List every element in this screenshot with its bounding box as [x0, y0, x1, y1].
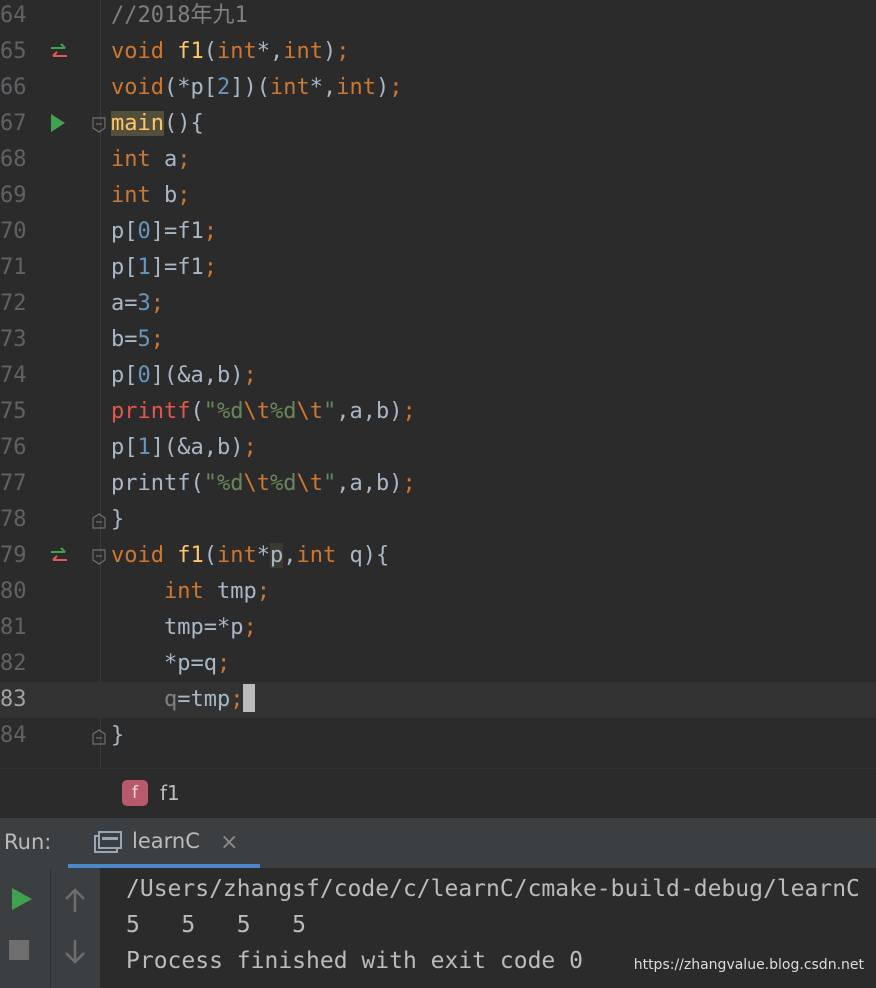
toolbar-divider: [50, 868, 51, 988]
line-number: 74: [0, 363, 27, 388]
code-line-71[interactable]: 71 p[1]=f1;: [0, 250, 876, 286]
implements-arrows-icon[interactable]: [48, 42, 70, 62]
code-text: a=3;: [111, 291, 164, 316]
line-number: 84: [0, 723, 27, 748]
line-number: 70: [0, 219, 27, 244]
fold-icon[interactable]: [91, 116, 107, 134]
fold-icon[interactable]: [91, 548, 107, 566]
fold-end-icon[interactable]: [91, 728, 107, 746]
code-text: }: [111, 723, 125, 748]
code-line-78[interactable]: 78 }: [0, 502, 876, 538]
line-number: 65: [0, 39, 27, 64]
code-text: printf("%d\t%d\t",a,b);: [111, 399, 416, 424]
function-badge-icon: f: [122, 780, 148, 806]
line-number: 69: [0, 183, 27, 208]
watermark: https://zhangvalue.blog.csdn.net: [633, 957, 864, 973]
line-number: 80: [0, 579, 27, 604]
code-text: b=5;: [111, 327, 164, 352]
code-line-81[interactable]: 81 tmp=*p;: [0, 610, 876, 646]
scroll-down-icon[interactable]: [60, 936, 90, 966]
code-line-72[interactable]: 72 a=3;: [0, 286, 876, 322]
line-number: 83: [0, 687, 27, 712]
code-text: void f1(int*p,int q){: [111, 543, 390, 568]
run-icon[interactable]: [6, 884, 36, 914]
text-caret: [243, 684, 256, 712]
code-line-73[interactable]: 73 b=5;: [0, 322, 876, 358]
line-number: 67: [0, 111, 27, 136]
stop-icon[interactable]: [4, 934, 34, 964]
code-text: void f1(int*,int);: [111, 39, 350, 64]
line-number: 71: [0, 255, 27, 280]
code-line-68[interactable]: 68 int a;: [0, 142, 876, 178]
comment: //2018年九1: [111, 3, 248, 28]
line-number: 64: [0, 3, 27, 28]
code-text: p[0]=f1;: [111, 219, 217, 244]
run-gutter-icon[interactable]: [48, 113, 70, 133]
line-number: 78: [0, 507, 27, 532]
code-line-76[interactable]: 76 p[1](&a,b);: [0, 430, 876, 466]
code-line-77[interactable]: 77 printf("%d\t%d\t",a,b);: [0, 466, 876, 502]
line-number: 73: [0, 327, 27, 352]
code-text: p[0](&a,b);: [111, 363, 257, 388]
code-line-70[interactable]: 70 p[0]=f1;: [0, 214, 876, 250]
code-line-64[interactable]: 64 //2018年九1: [0, 0, 876, 34]
code-line-65[interactable]: 65 void f1(int*,int);: [0, 34, 876, 70]
code-text: int a;: [111, 147, 191, 172]
line-number: 79: [0, 543, 27, 568]
code-editor[interactable]: 64 //2018年九1 65 void f1(int*,int); 66 vo…: [0, 0, 876, 768]
code-line-67[interactable]: 67 main(){: [0, 106, 876, 142]
code-text: //2018年九1: [111, 0, 248, 34]
code-line-84[interactable]: 84 }: [0, 718, 876, 754]
line-number: 81: [0, 615, 27, 640]
console-icon: [94, 831, 122, 853]
code-line-79[interactable]: 79 void f1(int*p,int q){: [0, 538, 876, 574]
line-number: 76: [0, 435, 27, 460]
breadcrumb-item-f1[interactable]: f1: [160, 780, 180, 806]
code-line-69[interactable]: 69 int b;: [0, 178, 876, 214]
console-line: /Users/zhangsf/code/c/learnC/cmake-build…: [126, 876, 860, 902]
code-line-80[interactable]: 80 int tmp;: [0, 574, 876, 610]
code-text: void(*p[2])(int*,int);: [111, 75, 403, 100]
code-text: *p=q;: [111, 651, 231, 676]
run-label: Run:: [4, 830, 52, 854]
code-line-74[interactable]: 74 p[0](&a,b);: [0, 358, 876, 394]
fold-end-icon[interactable]: [91, 512, 107, 530]
code-text: p[1](&a,b);: [111, 435, 257, 460]
line-number: 75: [0, 399, 27, 424]
code-text: int b;: [111, 183, 191, 208]
code-line-75[interactable]: 75 printf("%d\t%d\t",a,b);: [0, 394, 876, 430]
scroll-up-icon[interactable]: [60, 886, 90, 916]
implements-arrows-icon[interactable]: [48, 546, 70, 566]
code-text: main(){: [111, 111, 204, 136]
code-line-66[interactable]: 66 void(*p[2])(int*,int);: [0, 70, 876, 106]
code-text: q=tmp;: [111, 682, 256, 718]
line-number: 72: [0, 291, 27, 316]
tab-label: learnC: [132, 829, 200, 853]
code-text: }: [111, 507, 125, 532]
code-line-82[interactable]: 82 *p=q;: [0, 646, 876, 682]
code-text: printf("%d\t%d\t",a,b);: [111, 471, 416, 496]
console-line: 5 5 5 5: [126, 912, 307, 938]
line-number: 66: [0, 75, 27, 100]
line-number: 77: [0, 471, 27, 496]
line-number: 68: [0, 147, 27, 172]
console-line: Process finished with exit code 0: [126, 948, 583, 974]
close-icon[interactable]: ×: [220, 831, 238, 855]
line-number: 82: [0, 651, 27, 676]
code-text: int tmp;: [163, 579, 270, 604]
code-line-83[interactable]: 83 q=tmp;: [0, 682, 876, 718]
code-text: tmp=*p;: [111, 615, 257, 640]
code-text: p[1]=f1;: [111, 255, 217, 280]
